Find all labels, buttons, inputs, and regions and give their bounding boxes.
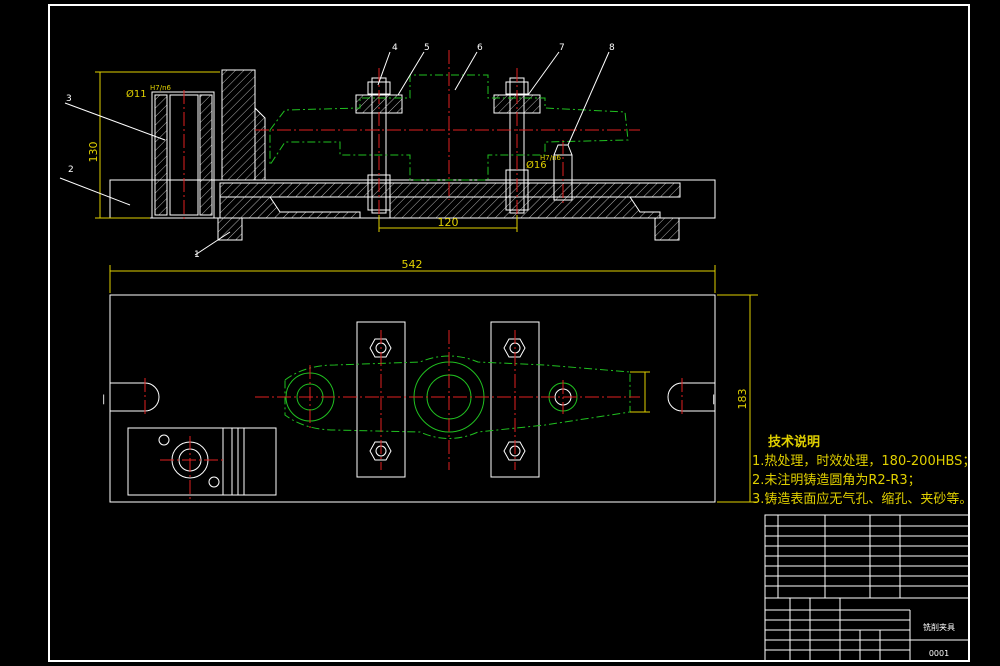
part-number-1: 1 (194, 250, 200, 260)
title-block: 铣削夹具 0001 (764, 514, 970, 662)
cad-drawing-sheet: 130 120 Ø11 H7/n6 Ø16 H7/n6 3 2 1 4 5 6 … (48, 4, 970, 662)
dim-120-label: 120 (438, 216, 459, 229)
fit-16-tolerance: H7/n6 (540, 154, 562, 162)
part-number-6: 6 (477, 43, 483, 53)
dim-130-label: 130 (87, 142, 100, 163)
dim-183-label: 183 (736, 389, 749, 410)
bushing-block-plan (127, 427, 277, 496)
dim-542: 542 (109, 258, 716, 293)
svg-text:|: | (102, 394, 105, 405)
technical-notes-title: 技术说明 (768, 435, 821, 450)
part-number-2: 2 (68, 165, 74, 175)
support-block (221, 69, 266, 181)
technical-notes: 技术说明 1.热处理，时效处理，180-200HBS； 2.未注明铸造圆角为R2… (752, 433, 975, 509)
top-plan-view: | | 542 183 (102, 258, 758, 503)
technical-note-2: 2.未注明铸造圆角为R2-R3； (752, 473, 921, 488)
hex-nuts (369, 338, 526, 461)
technical-note-3: 3.铸造表面应无气孔、缩孔、夹砂等。 (752, 492, 973, 507)
part-number-8: 8 (609, 43, 615, 53)
technical-note-1: 1.热处理，时效处理，180-200HBS； (752, 454, 976, 469)
part-callouts: 3 2 1 4 5 6 7 8 (59, 43, 615, 260)
drawing-code: 0001 (929, 649, 949, 658)
part-number-5: 5 (424, 43, 430, 53)
locating-key-left (217, 217, 243, 241)
fit-11-tolerance: H7/n6 (150, 84, 172, 92)
base-plate-plan (109, 294, 716, 503)
part-number-4: 4 (392, 43, 398, 53)
part-number-7: 7 (559, 43, 565, 53)
locating-key-right (654, 217, 680, 241)
front-section-view: 130 120 Ø11 H7/n6 Ø16 H7/n6 3 2 1 4 5 6 … (59, 43, 716, 260)
svg-text:|: | (712, 394, 715, 405)
part-number-3: 3 (66, 94, 72, 104)
drawing-name: 铣削夹具 (923, 622, 955, 632)
dim-542-label: 542 (402, 258, 423, 271)
fit-11-label: Ø11 (126, 88, 147, 100)
